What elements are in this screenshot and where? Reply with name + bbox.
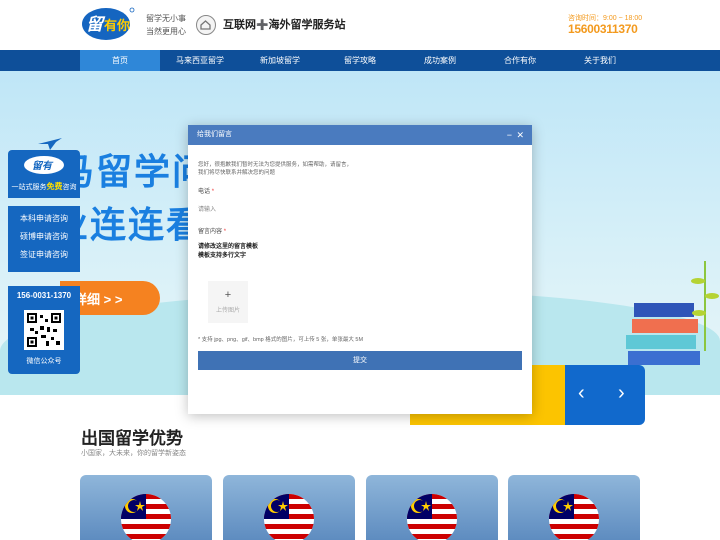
content-line-2: 模板支持多行文字 <box>198 253 247 259</box>
advantage-card[interactable] <box>223 475 355 540</box>
content-field-label: 留言内容 * <box>198 229 227 235</box>
svg-text:留有: 留有 <box>32 160 54 172</box>
upload-hint: * 支持 jpg、png、gif、bmp 格式的图片，可上传 5 张，单张最大 … <box>198 337 364 343</box>
upload-label: 上传图片 <box>215 308 240 314</box>
svg-text:有你: 有你 <box>104 18 130 33</box>
content-label-text: 留言内容 <box>198 229 223 235</box>
slogan-line-1: 留学无小事 <box>146 14 186 23</box>
submit-row: 提交 <box>198 351 522 375</box>
nav-item-singapore[interactable]: 新加坡留学 <box>240 50 320 71</box>
header-slogan: 留学无小事 当然更用心 <box>146 12 186 38</box>
site-header: 留 有你 留学无小事 当然更用心 互联网➕海外留学服务站 咨询时间：9:00 ~… <box>0 0 720 50</box>
close-icon[interactable]: ✕ <box>516 125 524 145</box>
site-name-tail: 海外留学服务站 <box>268 19 346 31</box>
consult-label: 咨询 <box>62 184 77 191</box>
nav-item-malaysia[interactable]: 马来西亚留学 <box>160 50 240 71</box>
submit-button[interactable]: 提交 <box>198 351 522 370</box>
brand-logo[interactable]: 留 有你 <box>80 4 136 44</box>
slider-next-button[interactable]: › <box>605 365 645 425</box>
float-item-master[interactable]: 硕博申请咨询 <box>8 228 80 246</box>
nav-item-guide[interactable]: 留学攻略 <box>320 50 400 71</box>
site-name-head: 互联网 <box>223 19 256 31</box>
intro-line-2: 我们将尽快联系并解决您的问题 <box>198 170 276 176</box>
plant-illustration <box>691 261 719 351</box>
float-panel-service: 一站式服务免费咨询 <box>8 181 80 192</box>
qr-caption: 微信公众号 <box>26 358 62 365</box>
nav-item-about[interactable]: 关于我们 <box>560 50 640 71</box>
slider-prev-button[interactable]: ‹ <box>565 365 605 425</box>
float-panel-header[interactable]: 留有 一站式服务免费咨询 <box>8 150 80 198</box>
chevron-left-icon: ‹ <box>578 382 585 404</box>
plus-icon: ➕ <box>256 20 269 31</box>
float-phone[interactable]: 156-0031-1370 <box>8 286 80 306</box>
upload-image-button[interactable]: + 上传图片 <box>208 281 248 323</box>
content-textarea[interactable]: 请修改这里的留言模板 模板支持多行文字 <box>198 243 522 281</box>
hero-detail-label: 详细 > > <box>74 292 123 307</box>
section-subtitle: 小国家，大未来，你的留学新姿态 <box>81 450 186 457</box>
upload-area: + 上传图片 <box>198 281 522 331</box>
home-icon <box>196 15 216 35</box>
main-nav: 首页 马来西亚留学 新加坡留学 留学攻略 成功案例 合作有你 关于我们 <box>0 50 720 71</box>
brand-badge-icon: 留有 <box>24 156 64 174</box>
float-item-undergrad[interactable]: 本科申请咨询 <box>8 210 80 228</box>
message-dialog: 给我们留言 − ✕ 您好，很抱歉我们暂时无法为您提供服务，如需帮助，请留言， 我… <box>188 125 532 414</box>
site-name: 互联网➕海外留学服务站 <box>223 16 345 32</box>
malaysia-flag-icon <box>264 494 314 540</box>
float-qr-panel: 微信公众号 <box>8 306 80 374</box>
malaysia-flag-icon <box>121 494 171 540</box>
advantage-card[interactable] <box>80 475 212 540</box>
minimize-icon[interactable]: − <box>507 125 512 145</box>
nav-item-cases[interactable]: 成功案例 <box>400 50 480 71</box>
section-title: 出国留学优势 <box>81 429 183 448</box>
malaysia-flag-icon <box>549 494 599 540</box>
dialog-title: 给我们留言 <box>197 131 232 138</box>
content-line-1: 请修改这里的留言模板 <box>198 244 259 250</box>
plus-icon: + <box>224 289 232 301</box>
slogan-line-2: 当然更用心 <box>146 27 186 36</box>
dialog-intro: 您好，很抱歉我们暂时无法为您提供服务，如需帮助，请留言， 我们将尽快联系并解决您… <box>198 161 522 177</box>
hotline-number[interactable]: 15600311370 <box>568 22 638 36</box>
service-label: 一站式服务 <box>11 184 47 191</box>
phone-input[interactable]: 请输入 <box>198 204 522 216</box>
phone-label-text: 电话 <box>198 189 211 195</box>
nav-item-partner[interactable]: 合作有你 <box>480 50 560 71</box>
phone-field-label: 电话 * <box>198 189 215 195</box>
nav-item-home[interactable]: 首页 <box>80 50 160 71</box>
chevron-right-icon: › <box>618 382 625 404</box>
advantage-card[interactable] <box>508 475 640 540</box>
float-item-visa[interactable]: 签证申请咨询 <box>8 246 80 264</box>
dialog-body: 您好，很抱歉我们暂时无法为您提供服务，如需帮助，请留言， 我们将尽快联系并解决您… <box>188 145 532 384</box>
wechat-qr-code <box>24 310 64 350</box>
advantage-card[interactable] <box>366 475 498 540</box>
intro-line-1: 您好，很抱歉我们暂时无法为您提供服务，如需帮助，请留言， <box>198 162 353 168</box>
float-panel-menu: 本科申请咨询 硕博申请咨询 签证申请咨询 <box>8 206 80 272</box>
dialog-header: 给我们留言 − ✕ <box>188 125 532 145</box>
free-label: 免费 <box>46 182 63 191</box>
malaysia-flag-icon <box>407 494 457 540</box>
